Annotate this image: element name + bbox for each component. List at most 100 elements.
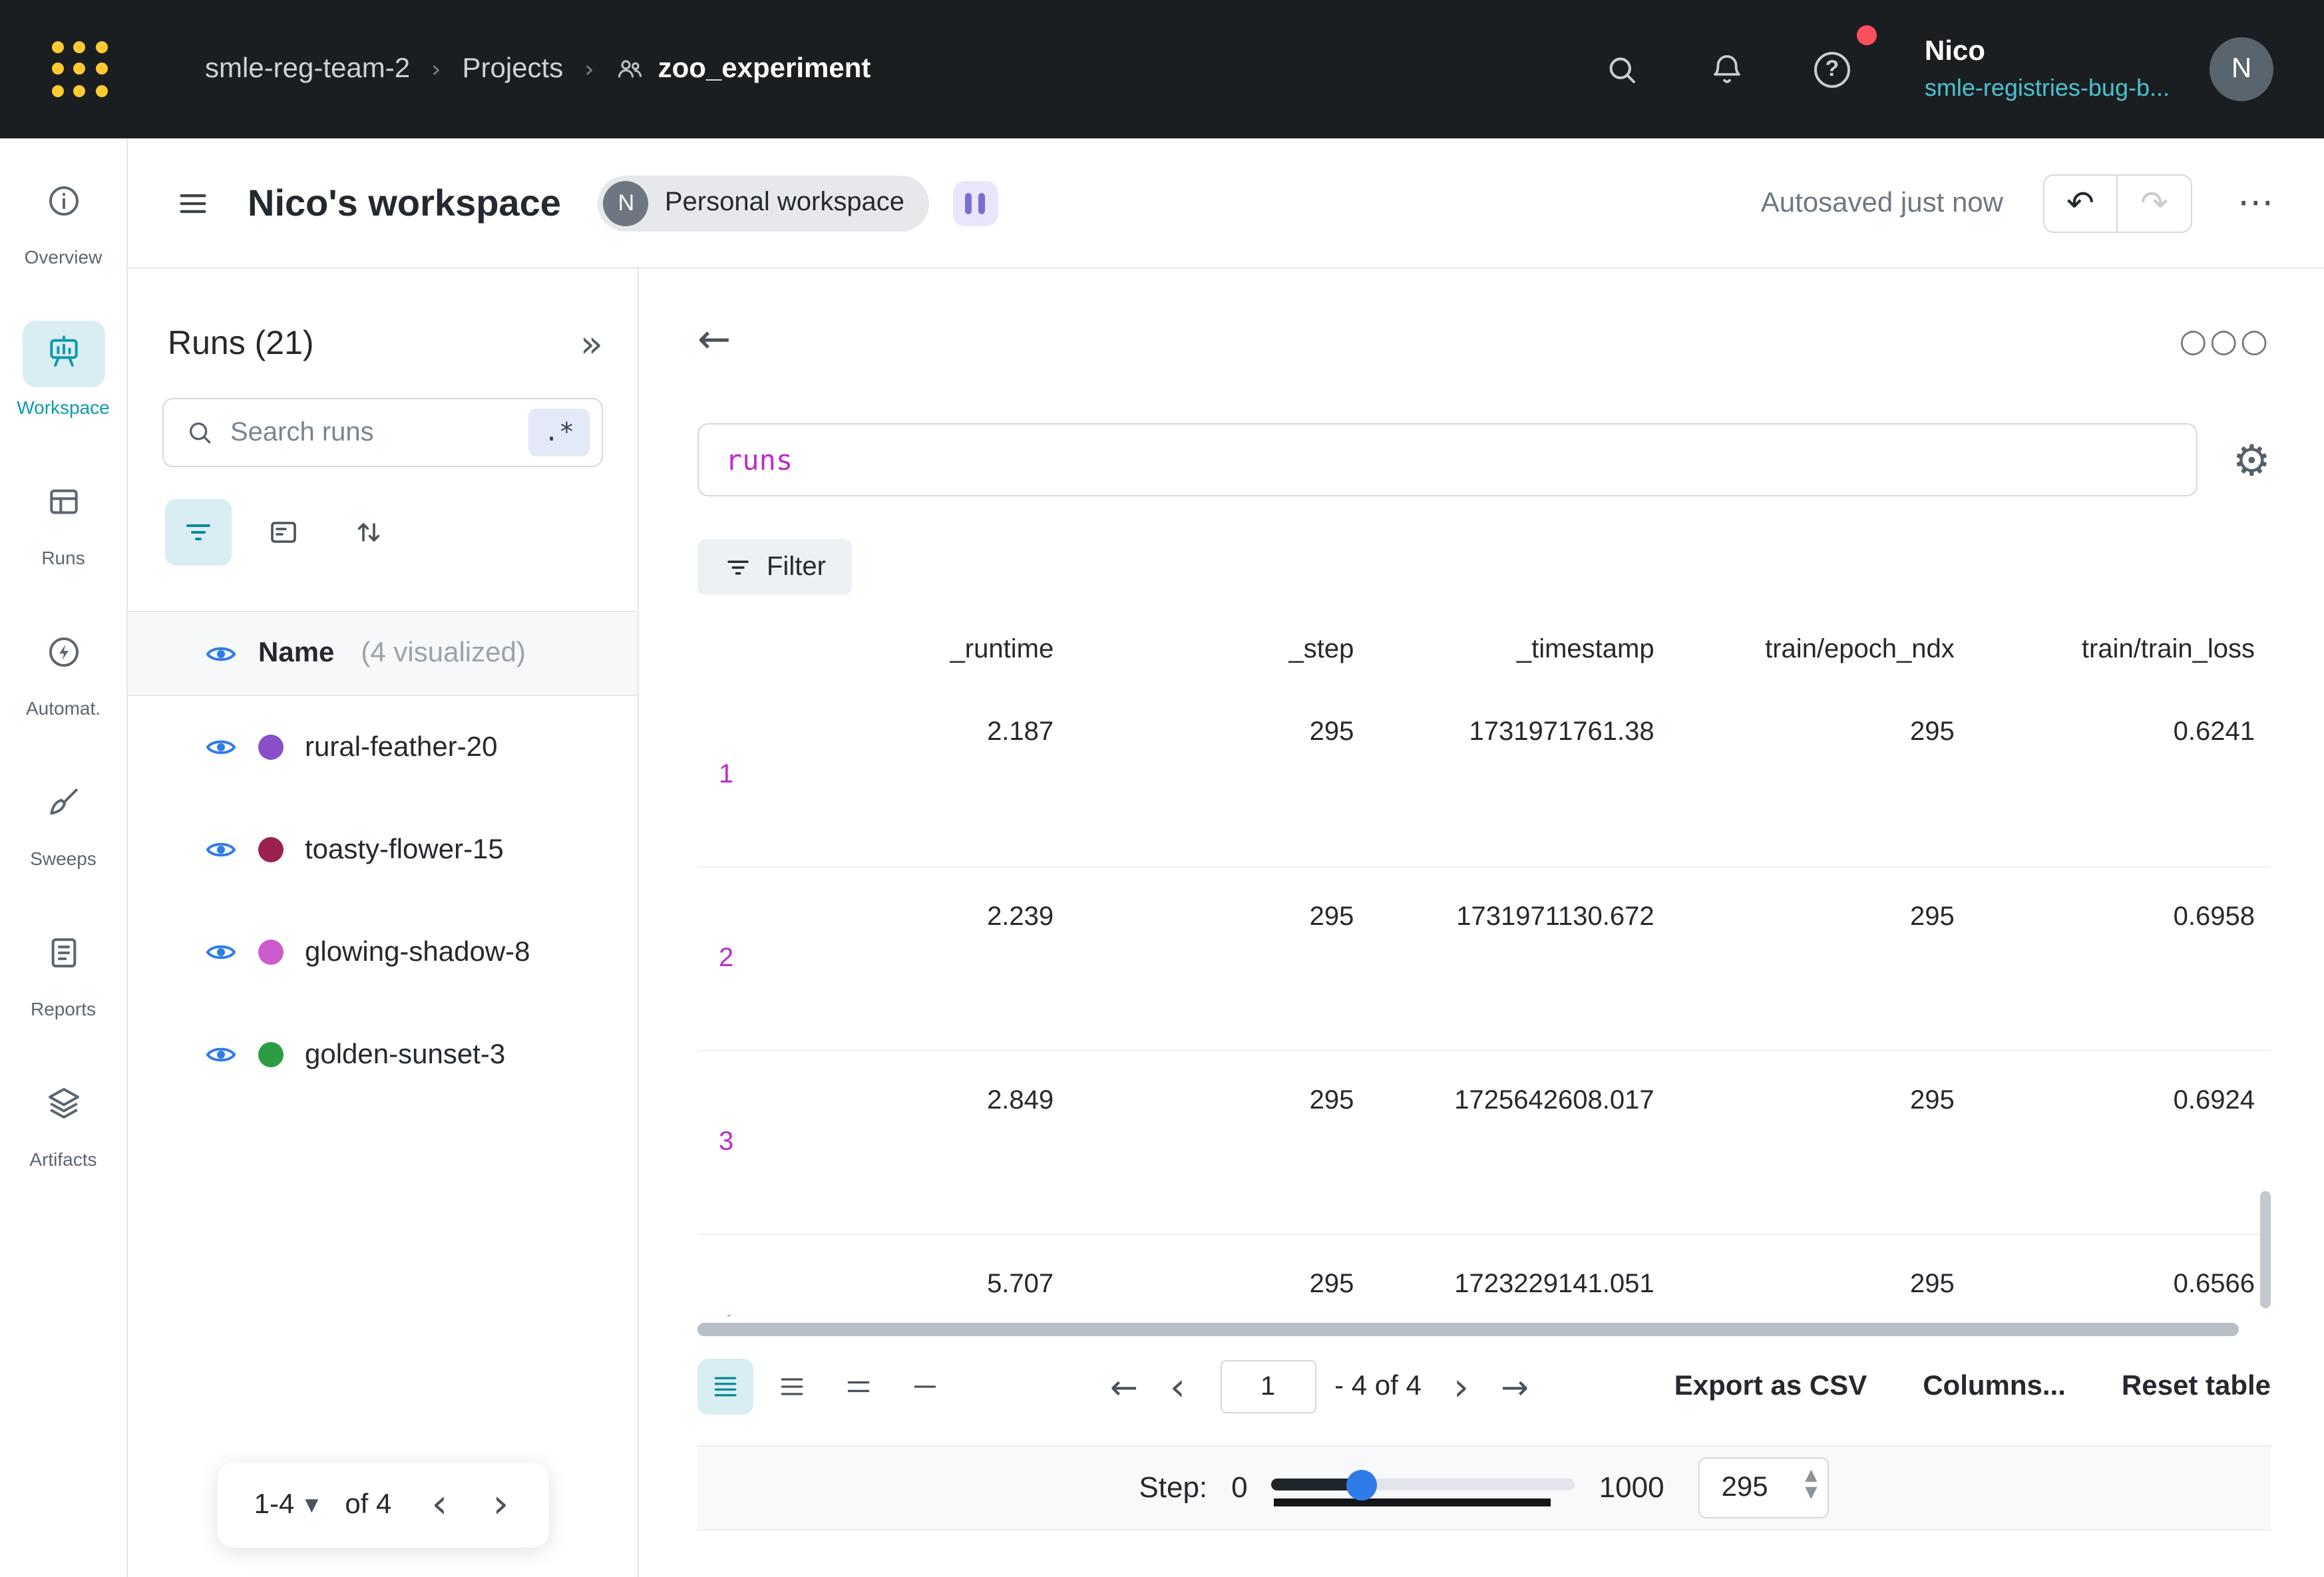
sidebar-item-runs[interactable]: Runs [0, 471, 126, 568]
step-range-bar [1274, 1498, 1551, 1506]
panels-layout-icon[interactable] [952, 180, 998, 226]
reset-table-button[interactable]: Reset table [2122, 1371, 2271, 1403]
sweeps-broom-icon [45, 783, 82, 827]
row-height-medium-button[interactable] [831, 1359, 886, 1415]
visibility-eye-icon[interactable] [205, 642, 237, 665]
run-color-dot [258, 940, 284, 965]
topbar-right: ? Nico smle-registries-bug-b... N [1604, 36, 2273, 102]
cell-train-loss: 0.6958 [1971, 868, 2271, 1050]
next-page-chevron-icon[interactable]: › [1453, 1367, 1469, 1406]
wandb-logo[interactable] [51, 40, 109, 98]
table-row[interactable]: 3 2.849 295 1725642608.017 295 0.6924 [697, 1050, 2271, 1234]
table-header-row: _runtime _step _timestamp train/epoch_nd… [697, 616, 2271, 683]
run-list-item[interactable]: golden-sunset-3 [128, 1003, 638, 1106]
column-header-train-loss[interactable]: train/train_loss [1971, 634, 2271, 665]
step-slider[interactable] [1272, 1463, 1575, 1513]
sidebar-item-overview[interactable]: Overview [0, 170, 126, 267]
cell-runtime: 2.239 [769, 868, 1069, 1050]
run-details-button[interactable] [250, 499, 317, 566]
table-overflow-menu-icon[interactable]: ○○○ [2179, 322, 2271, 359]
search-runs-input[interactable] [230, 417, 512, 448]
settings-gear-icon[interactable]: ⚙ [2233, 438, 2271, 481]
page-number-input[interactable] [1220, 1360, 1316, 1413]
table-row[interactable]: 4 5.707 295 1723229141.051 295 0.6566 [697, 1234, 2271, 1316]
search-icon[interactable] [1604, 51, 1640, 87]
breadcrumb-project-label: zoo_experiment [658, 53, 871, 85]
row-index[interactable]: 3 [697, 1051, 769, 1234]
visibility-eye-icon[interactable] [205, 838, 237, 861]
run-color-dot [258, 837, 284, 862]
table-row[interactable]: 2 2.239 295 1731971130.672 295 0.6958 [697, 866, 2271, 1050]
cell-epoch-ndx: 295 [1670, 1051, 1971, 1234]
column-header-timestamp[interactable]: _timestamp [1370, 634, 1670, 665]
column-name-label[interactable]: Name [258, 637, 334, 669]
panel-menu-icon[interactable] [176, 186, 210, 220]
page-info: - 4 of 4 [1334, 1371, 1422, 1403]
sort-runs-button[interactable] [335, 499, 402, 566]
user-org-link[interactable]: smle-registries-bug-b... [1925, 75, 2170, 102]
query-input[interactable] [697, 423, 2198, 496]
column-header-epoch-ndx[interactable]: train/epoch_ndx [1670, 634, 1971, 665]
redo-button[interactable]: ↷ [2118, 174, 2192, 232]
notifications-bell-icon[interactable] [1709, 51, 1745, 87]
run-list-item[interactable]: rural-feather-20 [128, 696, 638, 798]
row-index[interactable]: 4 [697, 1235, 769, 1316]
sidebar-item-workspace[interactable]: Workspace [0, 321, 126, 418]
run-list-item[interactable]: glowing-shadow-8 [128, 901, 638, 1003]
cell-timestamp: 1731971761.38 [1370, 683, 1670, 866]
stepper-arrows[interactable]: ▲▼ [1805, 1467, 1817, 1500]
help-icon[interactable]: ? [1814, 51, 1850, 87]
export-csv-button[interactable]: Export as CSV [1674, 1371, 1867, 1403]
collapse-panel-icon[interactable]: » [580, 325, 603, 363]
prev-page-chevron-icon[interactable]: ‹ [1170, 1367, 1185, 1406]
team-people-icon [616, 55, 645, 84]
row-height-xsmall-button[interactable] [697, 1359, 753, 1415]
breadcrumb-projects[interactable]: Projects [463, 53, 564, 85]
breadcrumb-team[interactable]: smle-reg-team-2 [205, 53, 410, 85]
column-header-runtime[interactable]: _runtime [769, 634, 1069, 665]
workspace-overflow-menu-icon[interactable]: ⋯ [2237, 182, 2276, 224]
breadcrumb-project[interactable]: zoo_experiment [616, 53, 871, 85]
undo-button[interactable]: ↶ [2043, 174, 2118, 232]
sidebar-item-automations[interactable]: Automat. [0, 621, 126, 719]
back-arrow-icon[interactable]: ← [697, 321, 731, 361]
caret-down-icon: ▼ [305, 1495, 318, 1515]
prev-page-icon[interactable]: ‹ [429, 1485, 450, 1525]
run-name[interactable]: rural-feather-20 [305, 731, 497, 763]
row-index[interactable]: 1 [697, 683, 769, 866]
avatar[interactable]: N [2210, 37, 2273, 101]
filter-runs-button[interactable] [165, 499, 232, 566]
run-name[interactable]: glowing-shadow-8 [305, 936, 530, 968]
row-index[interactable]: 2 [697, 868, 769, 1050]
regex-toggle[interactable]: .* [528, 409, 590, 456]
user-menu[interactable]: Nico smle-registries-bug-b... [1925, 36, 2170, 102]
cell-epoch-ndx: 295 [1670, 1235, 1971, 1316]
horizontal-scrollbar[interactable] [697, 1323, 2239, 1336]
table-pagination: ← ‹ - 4 of 4 › → [1110, 1360, 1529, 1413]
sidebar-item-artifacts[interactable]: Artifacts [0, 1073, 126, 1170]
column-header-step[interactable]: _step [1069, 634, 1370, 665]
sidebar-item-sweeps[interactable]: Sweeps [0, 772, 126, 869]
row-height-large-button[interactable] [897, 1359, 953, 1415]
visibility-eye-icon[interactable] [205, 736, 237, 759]
vertical-scrollbar[interactable] [2260, 1191, 2271, 1308]
table-row[interactable]: 1 2.187 295 1731971761.38 295 0.6241 [697, 683, 2271, 866]
cell-runtime: 2.849 [769, 1051, 1069, 1234]
sidebar-item-reports[interactable]: Reports [0, 922, 126, 1019]
workspace-header: Nico's workspace N Personal workspace Au… [128, 138, 2324, 269]
first-page-arrow-icon[interactable]: ← [1110, 1370, 1138, 1403]
next-page-icon[interactable]: › [490, 1485, 511, 1525]
filter-button[interactable]: Filter [697, 539, 853, 595]
last-page-arrow-icon[interactable]: → [1501, 1370, 1529, 1403]
visibility-eye-icon[interactable] [205, 941, 237, 964]
run-name[interactable]: golden-sunset-3 [305, 1039, 505, 1071]
search-icon [185, 418, 214, 447]
run-name[interactable]: toasty-flower-15 [305, 834, 504, 866]
personal-workspace-badge[interactable]: N Personal workspace [598, 175, 928, 231]
step-slider-thumb[interactable] [1346, 1469, 1376, 1500]
visibility-eye-icon[interactable] [205, 1043, 237, 1066]
row-height-small-button[interactable] [764, 1359, 820, 1415]
page-range-dropdown[interactable]: 1-4 ▼ [254, 1489, 319, 1521]
columns-button[interactable]: Columns... [1923, 1371, 2066, 1403]
run-list-item[interactable]: toasty-flower-15 [128, 798, 638, 901]
